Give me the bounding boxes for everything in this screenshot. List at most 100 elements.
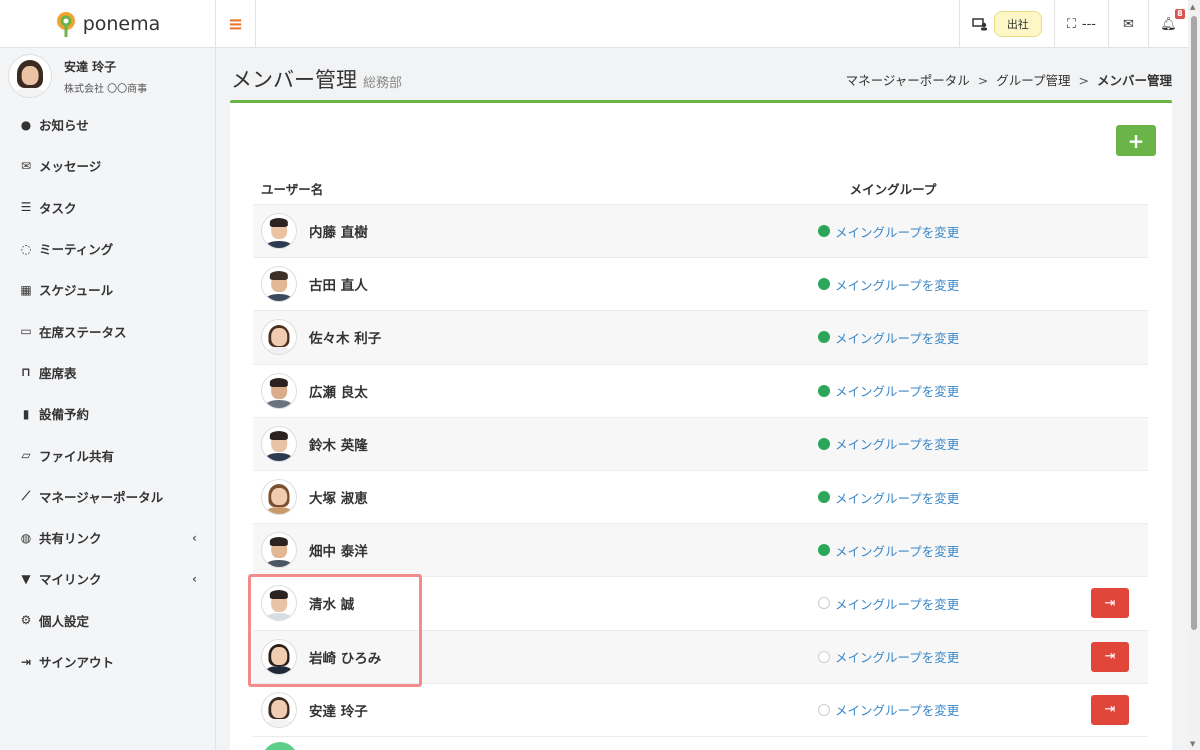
calendar-icon: ▦ (20, 282, 32, 297)
sidebar-item-label: タスク (39, 200, 77, 216)
sidebar-item-label: お知らせ (39, 118, 89, 134)
avatar (261, 691, 297, 728)
avatar (261, 266, 297, 303)
change-main-group-link[interactable]: メイングループを変更 (818, 222, 959, 241)
sidebar-item-label: 共有リンク (39, 531, 102, 547)
sidebar-item-meetings[interactable]: ◌ ミーティング (0, 228, 215, 269)
door-icon: ▮ (22, 406, 30, 421)
avatar (8, 54, 52, 98)
sign-out-icon: ⇥ (1104, 702, 1116, 718)
sidebar-item-sign-out[interactable]: ⇥ サインアウト (0, 641, 215, 682)
change-main-group-link[interactable]: メイングループを変更 (818, 594, 959, 613)
sidebar-item-messages[interactable]: ✉ メッセージ (0, 145, 215, 186)
seat-value: --- (1081, 16, 1096, 32)
change-main-group-label: メイングループを変更 (835, 490, 960, 506)
change-main-group-link[interactable]: メイングループを変更 (818, 647, 959, 666)
scrollbar[interactable]: ▲ ▼ (1188, 0, 1200, 750)
sidebar-item-presence[interactable]: ▭ 在席ステータス (0, 310, 215, 351)
breadcrumb-link[interactable]: マネージャーポータル (846, 73, 970, 88)
table-row: 清水 誠 メイングループを変更 ⇥ (253, 577, 1148, 631)
change-main-group-link[interactable]: メイングループを変更 (818, 275, 959, 294)
seat-status[interactable]: ⛶ --- (1053, 0, 1108, 48)
sidebar-item-tasks[interactable]: ☰ タスク (0, 187, 215, 228)
logo-text: ponema (82, 13, 161, 35)
user-name: 大塚 淑恵 (309, 491, 368, 508)
main-group-active-icon (818, 331, 830, 344)
menu-toggle-button[interactable]: ≡ (216, 0, 256, 48)
table-row: 内藤 直樹 メイングループを変更 (253, 205, 1148, 259)
member-table: ユーザー名 メイングループ 内藤 直樹 メイングループを変更 古田 直人 メイングルー… (253, 173, 1148, 737)
scroll-up-icon[interactable]: ▲ (1190, 3, 1195, 11)
user-profile[interactable]: 安達 玲子 株式会社 〇〇商事 (0, 48, 215, 104)
sidebar-item-files[interactable]: ▱ ファイル共有 (0, 434, 215, 475)
add-member-button[interactable]: + (1116, 125, 1156, 156)
sidebar-item-label: マイリンク (39, 572, 102, 588)
remove-member-button[interactable]: ⇥ (1091, 588, 1129, 619)
change-main-group-label: メイングループを変更 (835, 384, 960, 400)
sidebar-item-label: 座席表 (39, 365, 77, 381)
envelope-icon: ✉ (20, 158, 32, 173)
sidebar-item-schedule[interactable]: ▦ スケジュール (0, 269, 215, 310)
avatar (261, 532, 297, 569)
presence-status[interactable]: 出社 (958, 0, 1054, 48)
table-header: ユーザー名 メイングループ (253, 173, 1148, 205)
profile-company: 株式会社 〇〇商事 (64, 83, 148, 95)
breadcrumb-link[interactable]: グループ管理 (996, 73, 1070, 88)
hamburger-icon: ≡ (227, 13, 244, 35)
change-main-group-link[interactable]: メイングループを変更 (818, 434, 959, 453)
sidebar-item-manager-portal[interactable]: ⟋ マネージャーポータル (0, 476, 215, 517)
remove-member-button[interactable]: ⇥ (1091, 694, 1129, 725)
main-group-active-icon (818, 491, 830, 504)
sidebar-item-label: 設備予約 (39, 407, 90, 423)
messages-button[interactable]: ✉ (1108, 0, 1148, 48)
chevron-left-icon: ‹ (192, 530, 197, 545)
avatar (261, 585, 297, 622)
change-main-group-label: メイングループを変更 (835, 596, 960, 612)
chair-icon: ⊓ (21, 365, 31, 380)
main-group-inactive-icon (818, 703, 830, 716)
sidebar-item-news[interactable]: ● お知らせ (0, 104, 215, 145)
logo[interactable]: ponema (0, 0, 216, 48)
scroll-down-icon[interactable]: ▼ (1190, 740, 1195, 748)
user-name: 内藤 直樹 (309, 225, 368, 242)
sidebar-item-label: 在席ステータス (39, 324, 127, 340)
sidebar-item-my-links[interactable]: ▼ マイリンク ‹ (0, 558, 215, 599)
chevron-left-icon: ‹ (192, 571, 197, 586)
sidebar-item-settings[interactable]: ⚙ 個人設定 (0, 600, 215, 641)
change-main-group-label: メイングループを変更 (835, 543, 960, 559)
change-main-group-link[interactable]: メイングループを変更 (818, 328, 959, 347)
table-row: 畑中 泰洋 メイングループを変更 (253, 524, 1148, 578)
user-name: 古田 直人 (309, 278, 368, 295)
ponema-logo-icon (56, 12, 75, 37)
change-main-group-label: メイングループを変更 (835, 277, 960, 293)
status-badge: 出社 (993, 11, 1042, 37)
change-main-group-label: メイングループを変更 (835, 650, 960, 666)
sidebar-item-seating[interactable]: ⊓ 座席表 (0, 352, 215, 393)
change-main-group-link[interactable]: メイングループを変更 (818, 488, 959, 507)
user-name: 岩崎 ひろみ (309, 650, 382, 667)
table-row: 広瀬 良太 メイングループを変更 (253, 365, 1148, 418)
breadcrumb: マネージャーポータル > グループ管理 > メンバー管理 (845, 73, 1172, 88)
user-name: 広瀬 良太 (309, 384, 368, 401)
notifications-button[interactable]: 🔔︎ 8 (1148, 0, 1188, 48)
scroll-thumb[interactable] (1191, 16, 1197, 630)
table-row: 大塚 淑恵 メイングループを変更 (253, 471, 1148, 525)
bell-icon: 🔔︎ 8 (1160, 8, 1185, 32)
sidebar-item-label: マネージャーポータル (39, 489, 164, 505)
avatar (261, 638, 297, 675)
change-main-group-link[interactable]: メイングループを変更 (818, 700, 959, 719)
list-check-icon: ☰ (20, 200, 32, 215)
change-main-group-link[interactable]: メイングループを変更 (818, 541, 959, 560)
change-main-group-label: メイングループを変更 (835, 437, 960, 453)
sidebar-item-facility[interactable]: ▮ 設備予約 (0, 393, 215, 434)
sidebar-item-shared-links[interactable]: ◍ 共有リンク ‹ (0, 517, 215, 558)
sign-out-icon: ⇥ (1104, 649, 1116, 665)
sidebar-item-label: ミーティング (39, 242, 114, 258)
avatar (261, 479, 297, 516)
folder-open-icon: ▱ (21, 448, 31, 463)
remove-member-button[interactable]: ⇥ (1091, 641, 1129, 672)
table-row: 鈴木 英隆 メイングループを変更 (253, 417, 1148, 471)
sign-out-icon: ⇥ (1104, 595, 1116, 611)
user-name: 畑中 泰洋 (309, 544, 368, 561)
change-main-group-link[interactable]: メイングループを変更 (818, 381, 959, 400)
